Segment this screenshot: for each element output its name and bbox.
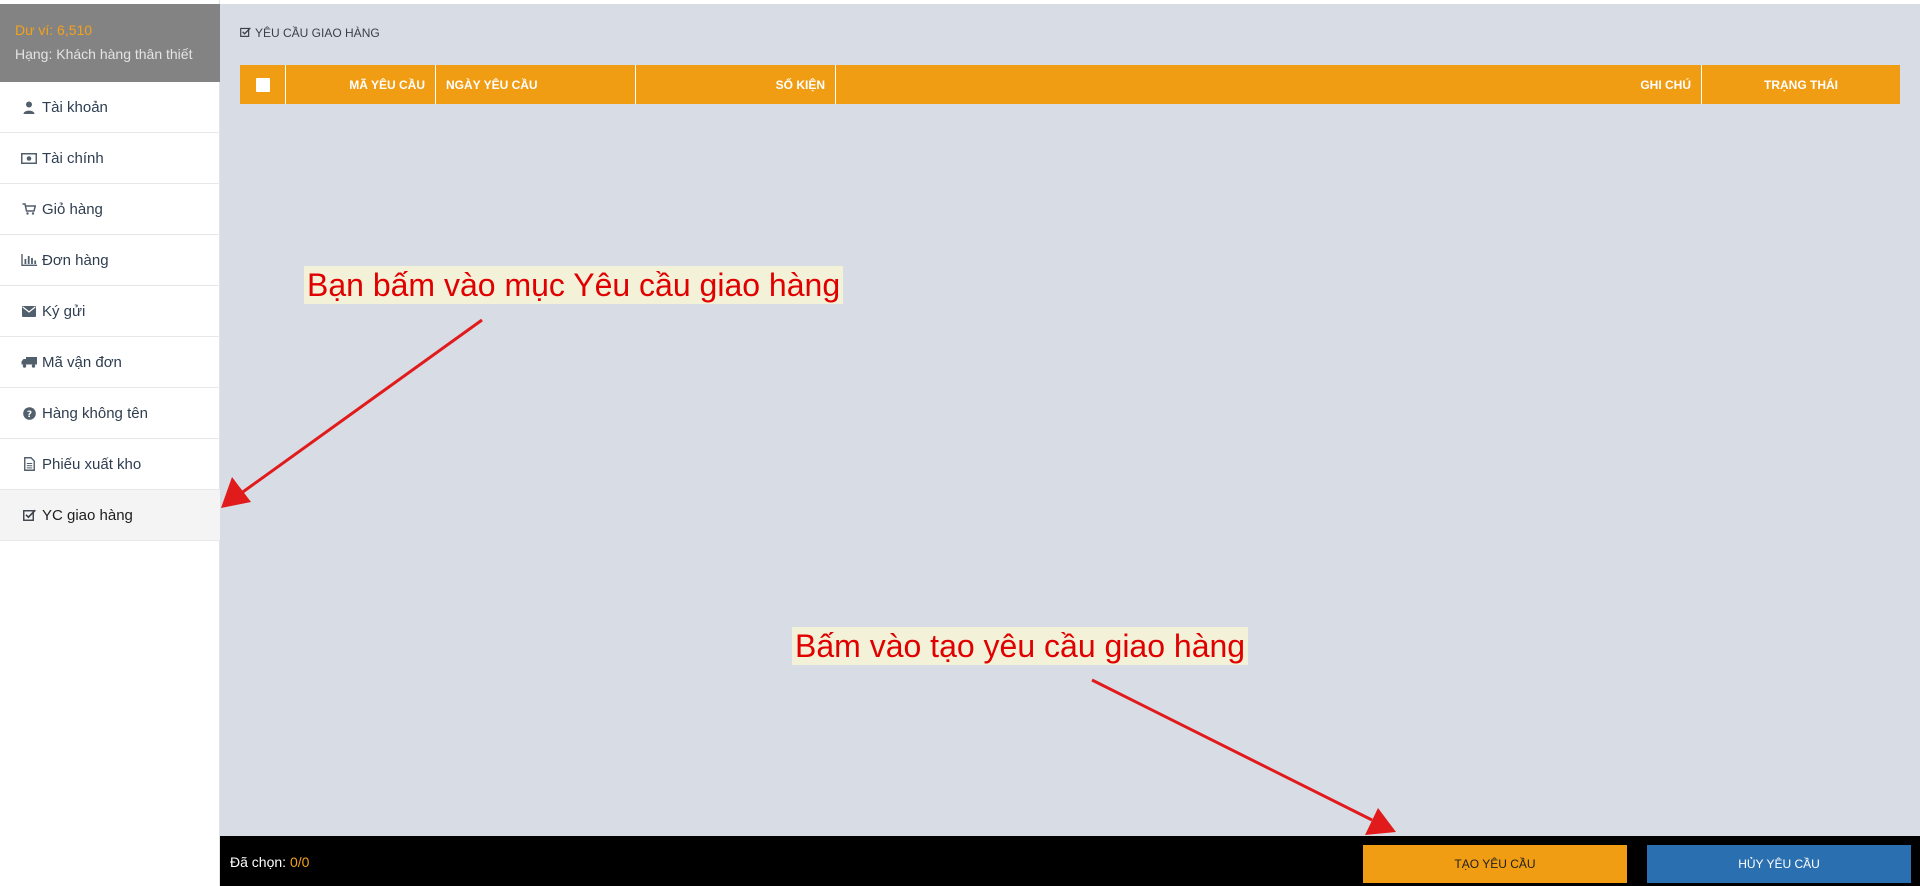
truck-icon bbox=[20, 355, 38, 369]
file-icon bbox=[20, 457, 38, 471]
sidebar-item-label: Hàng không tên bbox=[42, 404, 148, 422]
main-content: YÊU CẦU GIAO HÀNG MÃ YÊU CẦU NGÀY YÊU CẦ… bbox=[220, 4, 1920, 836]
check-square-icon bbox=[20, 508, 38, 522]
column-header-package-count: SỐ KIỆN bbox=[636, 65, 836, 104]
sidebar-item-label: Tài khoản bbox=[42, 98, 108, 116]
sidebar-item-orders[interactable]: Đơn hàng bbox=[0, 235, 220, 286]
selected-count: 0/0 bbox=[289, 854, 310, 870]
sidebar-item-finance[interactable]: Tài chính bbox=[0, 133, 220, 184]
sidebar-item-label: Đơn hàng bbox=[42, 251, 109, 269]
column-header-request-date: NGÀY YÊU CẦU bbox=[436, 65, 636, 104]
sidebar-item-label: Tài chính bbox=[42, 149, 104, 167]
sidebar-item-label: YC giao hàng bbox=[42, 506, 133, 524]
money-icon bbox=[20, 151, 38, 165]
create-request-button[interactable]: TẠO YÊU CẦU bbox=[1363, 845, 1627, 883]
sidebar-item-cart[interactable]: Giỏ hàng bbox=[0, 184, 220, 235]
select-all-checkbox[interactable] bbox=[255, 77, 270, 92]
svg-text:?: ? bbox=[26, 410, 31, 420]
page-title-text: YÊU CẦU GIAO HÀNG bbox=[255, 26, 380, 40]
cancel-request-button[interactable]: HỦY YÊU CẦU bbox=[1647, 845, 1911, 883]
sidebar-item-label: Phiếu xuất kho bbox=[42, 455, 142, 473]
question-circle-icon: ? bbox=[20, 406, 38, 420]
sidebar: Dư ví: 6,510 Hạng: Khách hàng thân thiết… bbox=[0, 0, 220, 886]
selected-label: Đã chọn: bbox=[230, 854, 287, 870]
table-header: MÃ YÊU CẦU NGÀY YÊU CẦU SỐ KIỆN GHI CHÚ … bbox=[240, 65, 1900, 104]
annotation-note-create: Bấm vào tạo yêu cầu giao hàng bbox=[792, 627, 1249, 665]
sidebar-item-consignment[interactable]: Ký gửi bbox=[0, 286, 220, 337]
column-header-request-code: MÃ YÊU CẦU bbox=[286, 65, 436, 104]
sidebar-item-account[interactable]: Tài khoản bbox=[0, 82, 220, 133]
annotation-note-sidebar: Bạn bấm vào mục Yêu cầu giao hàng bbox=[304, 266, 844, 304]
customer-rank: Hạng: Khách hàng thân thiết bbox=[15, 46, 193, 62]
selected-counter: Đã chọn: 0/0 bbox=[230, 854, 309, 870]
sidebar-menu: Tài khoản Tài chính Giỏ hàng Đơn hàng Ký… bbox=[0, 82, 220, 541]
wallet-balance: Dư ví: 6,510 bbox=[15, 20, 220, 40]
column-header-note: GHI CHÚ bbox=[836, 65, 1702, 104]
sidebar-item-tracking-code[interactable]: Mã vận đơn bbox=[0, 337, 220, 388]
wallet-balance-label: Dư ví: bbox=[15, 22, 54, 38]
page-title: YÊU CẦU GIAO HÀNG bbox=[240, 26, 380, 40]
user-icon bbox=[20, 100, 38, 114]
wallet-balance-value: 6,510 bbox=[57, 22, 93, 38]
sidebar-item-delivery-request[interactable]: YC giao hàng bbox=[0, 490, 220, 541]
bar-chart-icon bbox=[20, 253, 38, 267]
sidebar-item-export-slip[interactable]: Phiếu xuất kho bbox=[0, 439, 220, 490]
sidebar-item-unnamed-goods[interactable]: ? Hàng không tên bbox=[0, 388, 220, 439]
select-all-cell bbox=[240, 65, 286, 104]
check-square-icon bbox=[240, 26, 251, 40]
envelope-icon bbox=[20, 304, 38, 318]
column-header-status: TRẠNG THÁI bbox=[1764, 77, 1838, 92]
bottom-action-bar: Đã chọn: 0/0 TẠO YÊU CẦU HỦY YÊU CẦU bbox=[220, 836, 1920, 886]
sidebar-item-label: Ký gửi bbox=[42, 302, 86, 320]
wallet-summary: Dư ví: 6,510 Hạng: Khách hàng thân thiết bbox=[0, 4, 220, 82]
sidebar-item-label: Mã vận đơn bbox=[42, 353, 122, 371]
sidebar-item-label: Giỏ hàng bbox=[42, 200, 103, 218]
cart-icon bbox=[20, 202, 38, 216]
